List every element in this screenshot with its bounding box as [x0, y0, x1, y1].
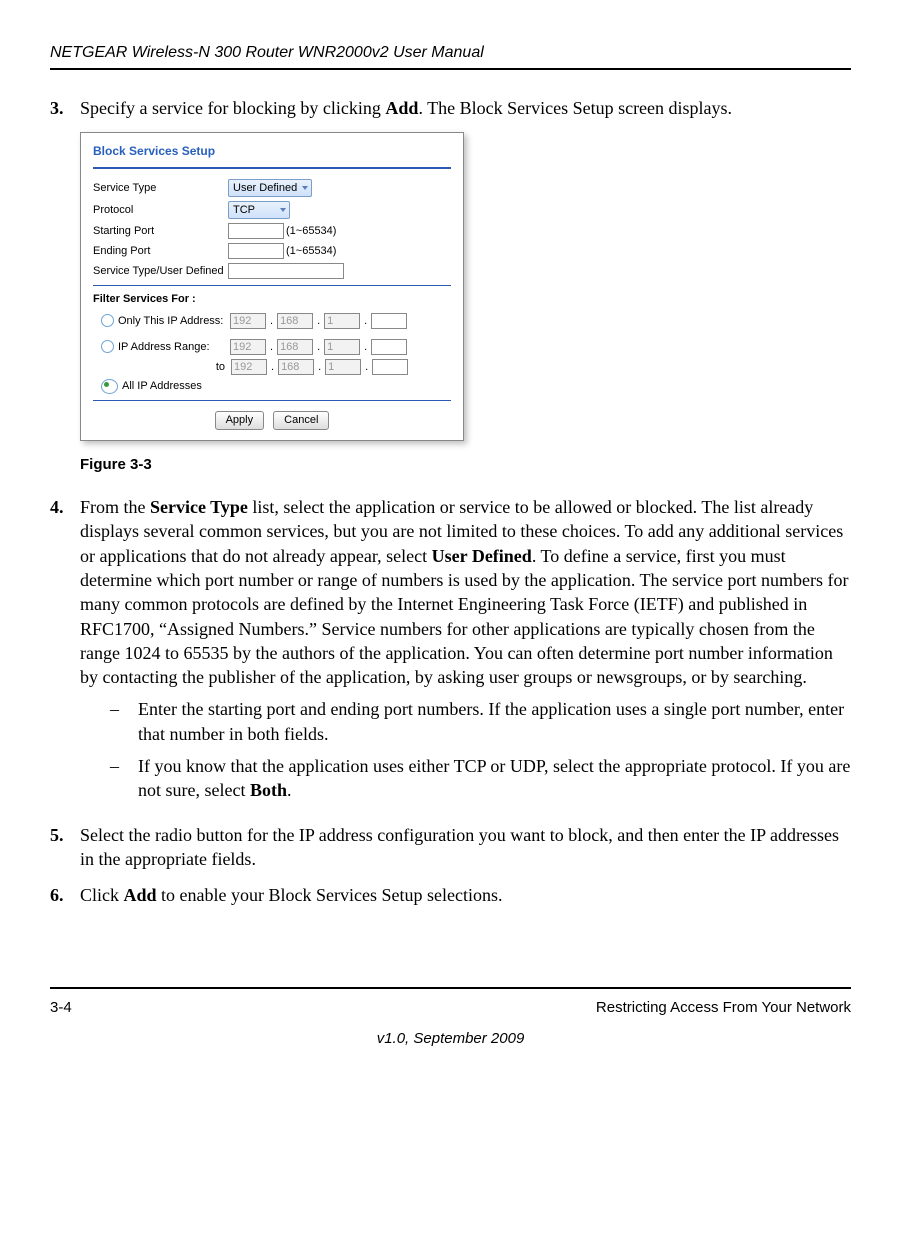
- user-defined-input[interactable]: [228, 263, 344, 279]
- text: If you know that the application uses ei…: [138, 756, 850, 800]
- ip-octet-input[interactable]: 1: [324, 313, 360, 329]
- bold-text: Both: [250, 780, 287, 800]
- label-starting-port: Starting Port: [93, 224, 228, 239]
- text: . The Block Services Setup screen displa…: [418, 98, 732, 118]
- cancel-button[interactable]: Cancel: [273, 411, 329, 430]
- protocol-select[interactable]: TCP: [228, 201, 290, 219]
- label-all-ip: All IP Addresses: [122, 379, 202, 394]
- text: From the: [80, 497, 150, 517]
- divider: [93, 167, 451, 169]
- sub-bullet: – Enter the starting port and ending por…: [110, 697, 851, 746]
- filter-services-label: Filter Services For :: [93, 292, 451, 307]
- step-number: 4.: [50, 495, 80, 811]
- ip-octet-input[interactable]: 168: [278, 359, 314, 375]
- step-6: 6. Click Add to enable your Block Servic…: [50, 883, 851, 907]
- text: If you know that the application uses ei…: [138, 754, 851, 803]
- step-number: 3.: [50, 96, 80, 120]
- step-body: Click Add to enable your Block Services …: [80, 883, 851, 907]
- step-3: 3. Specify a service for blocking by cli…: [50, 96, 851, 120]
- label-only-ip: Only This IP Address:: [118, 314, 230, 329]
- label-service-type: Service Type: [93, 181, 228, 196]
- figure-screenshot: Block Services Setup Service Type User D…: [80, 132, 464, 441]
- ip-octet-input[interactable]: 1: [324, 339, 360, 355]
- step-body: From the Service Type list, select the a…: [80, 495, 851, 811]
- step-4: 4. From the Service Type list, select th…: [50, 495, 851, 811]
- bold-text: User Defined: [432, 546, 532, 566]
- ip-octet-input[interactable]: 168: [277, 313, 313, 329]
- ip-octet-input[interactable]: [371, 313, 407, 329]
- step-body: Select the radio button for the IP addre…: [80, 823, 851, 872]
- figure-title: Block Services Setup: [93, 143, 451, 159]
- dash: –: [110, 754, 138, 803]
- step-number: 6.: [50, 883, 80, 907]
- hint: (1~65534): [286, 224, 336, 239]
- text: . To define a service, first you must de…: [80, 546, 848, 687]
- section-title: Restricting Access From Your Network: [596, 998, 851, 1018]
- text: Specify a service for blocking by clicki…: [80, 98, 385, 118]
- ip-octet-input[interactable]: 192: [230, 313, 266, 329]
- ip-octet-input[interactable]: 192: [230, 339, 266, 355]
- radio-all-ip[interactable]: [101, 379, 118, 394]
- hint: (1~65534): [286, 244, 336, 259]
- bold-text: Add: [124, 885, 157, 905]
- label-protocol: Protocol: [93, 203, 228, 218]
- bold-text: Add: [385, 98, 418, 118]
- divider: [93, 285, 451, 286]
- text: to enable your Block Services Setup sele…: [157, 885, 503, 905]
- text: Enter the starting port and ending port …: [138, 697, 851, 746]
- apply-button[interactable]: Apply: [215, 411, 265, 430]
- radio-only-ip[interactable]: [101, 314, 114, 327]
- footer-rule: [50, 987, 851, 989]
- ending-port-input[interactable]: [228, 243, 284, 259]
- ip-octet-input[interactable]: [371, 339, 407, 355]
- service-type-select[interactable]: User Defined: [228, 179, 312, 197]
- figure-caption: Figure 3-3: [80, 455, 851, 475]
- text: Click: [80, 885, 124, 905]
- label-ip-range: IP Address Range:: [118, 340, 230, 355]
- divider: [93, 400, 451, 401]
- step-body: Specify a service for blocking by clicki…: [80, 96, 851, 120]
- label-ending-port: Ending Port: [93, 244, 228, 259]
- ip-octet-input[interactable]: 1: [325, 359, 361, 375]
- label-to: to: [101, 360, 231, 375]
- footer-version: v1.0, September 2009: [50, 1029, 851, 1049]
- ip-octet-input[interactable]: [372, 359, 408, 375]
- dash: –: [110, 697, 138, 746]
- ip-octet-input[interactable]: 168: [277, 339, 313, 355]
- step-number: 5.: [50, 823, 80, 872]
- step-5: 5. Select the radio button for the IP ad…: [50, 823, 851, 872]
- starting-port-input[interactable]: [228, 223, 284, 239]
- page-number: 3-4: [50, 998, 72, 1018]
- bold-text: Service Type: [150, 497, 248, 517]
- sub-bullet: – If you know that the application uses …: [110, 754, 851, 803]
- text: .: [287, 780, 292, 800]
- ip-octet-input[interactable]: 192: [231, 359, 267, 375]
- page-header: NETGEAR Wireless-N 300 Router WNR2000v2 …: [50, 42, 851, 70]
- page-footer: 3-4 Restricting Access From Your Network: [50, 998, 851, 1018]
- label-user-defined: Service Type/User Defined: [93, 264, 228, 279]
- radio-ip-range[interactable]: [101, 340, 114, 353]
